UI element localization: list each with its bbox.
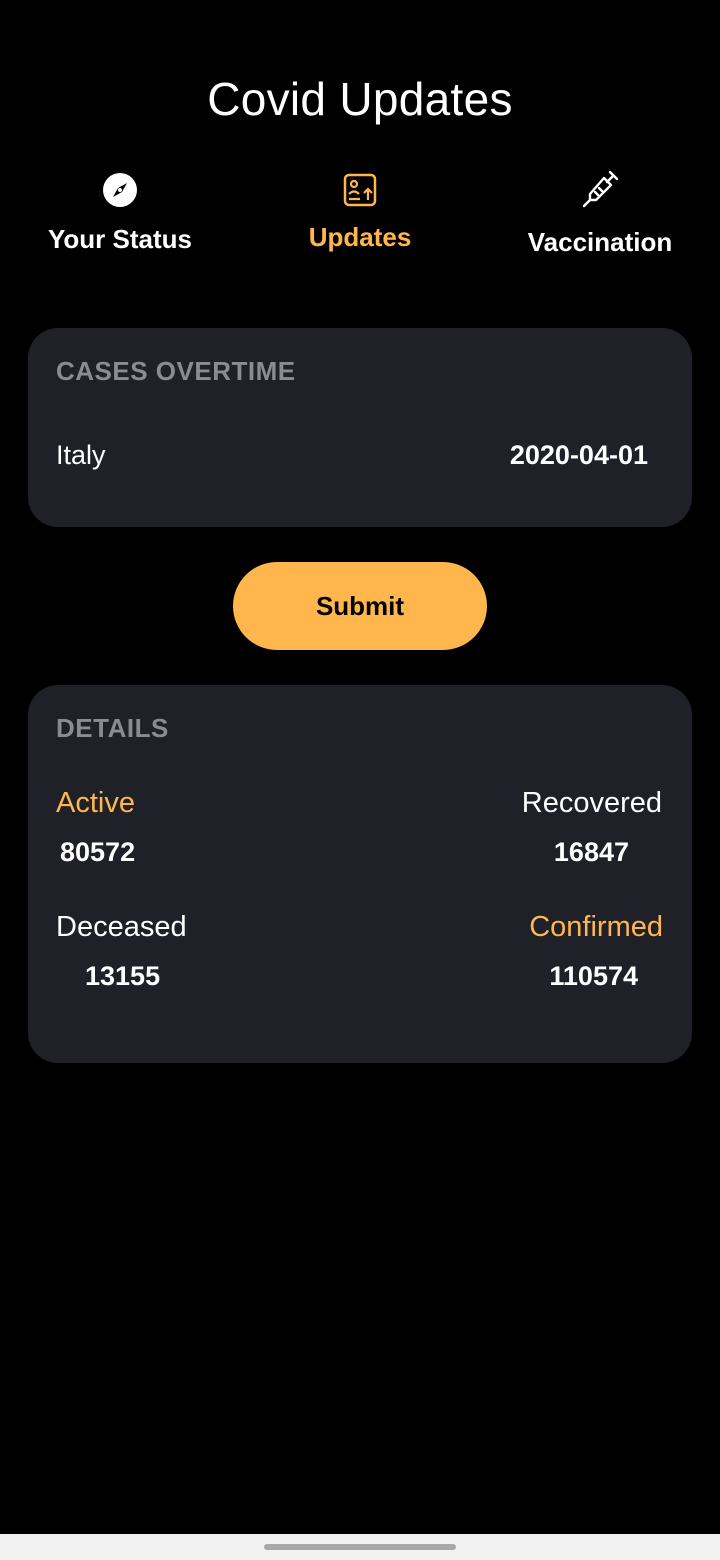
nav-item-your-status[interactable]: Your Status — [0, 168, 240, 268]
recovered-label: Recovered — [521, 787, 662, 819]
submit-button[interactable]: Submit — [233, 562, 487, 650]
confirmed-label: Confirmed — [529, 911, 663, 943]
active-label: Active — [56, 787, 135, 819]
active-value: 80572 — [60, 837, 136, 867]
details-card: DETAILS Active 80572 Recovered 16847 Dec… — [28, 685, 692, 1063]
nav-item-vaccination[interactable]: Vaccination — [480, 168, 720, 268]
top-nav: Your Status Updates Vaccination — [0, 168, 720, 268]
document-upload-icon — [343, 173, 377, 207]
nav-label-your-status: Your Status — [48, 224, 192, 254]
country-selector[interactable]: Italy — [56, 440, 106, 471]
nav-item-updates[interactable]: Updates — [240, 168, 480, 268]
syringe-icon — [582, 170, 619, 208]
compass-icon — [103, 173, 137, 207]
nav-label-vaccination: Vaccination — [527, 227, 673, 257]
date-selector[interactable]: 2020-04-01 — [510, 440, 648, 471]
deceased-value: 13155 — [85, 961, 161, 991]
confirmed-value: 110574 — [549, 961, 638, 991]
nav-label-updates: Updates — [308, 222, 412, 252]
home-indicator[interactable] — [264, 1544, 456, 1550]
recovered-value: 16847 — [553, 837, 629, 867]
cases-overtime-card: CASES OVERTIME Italy 2020-04-01 — [28, 328, 692, 527]
deceased-label: Deceased — [56, 911, 187, 943]
details-heading: DETAILS — [56, 713, 169, 743]
page-title: Covid Updates — [207, 73, 513, 125]
cases-overtime-heading: CASES OVERTIME — [56, 356, 296, 386]
